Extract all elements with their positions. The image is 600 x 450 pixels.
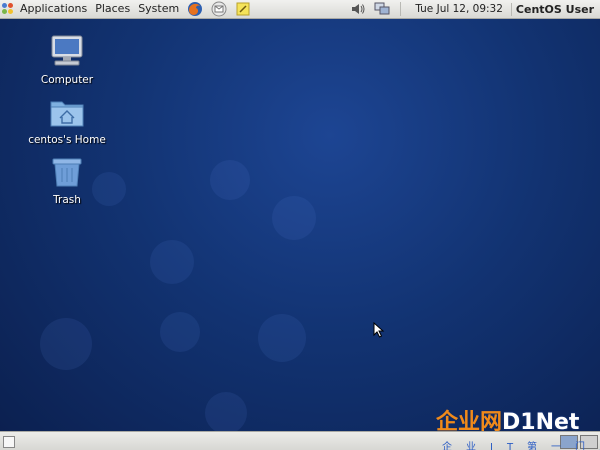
network-icon (374, 2, 390, 15)
home-folder-icon (50, 101, 84, 127)
firefox-launcher[interactable] (186, 1, 204, 17)
watermark-cn: 企业网 (436, 410, 503, 435)
background-bokeh (210, 160, 250, 200)
network-status[interactable] (373, 1, 391, 17)
firefox-icon (188, 2, 203, 16)
background-bokeh (258, 314, 306, 362)
background-bokeh (272, 196, 316, 240)
places-menu[interactable]: Places (91, 0, 134, 18)
background-bokeh (205, 392, 247, 434)
gnome-foot-icon (2, 3, 14, 15)
desktop-icon-label: Trash (53, 194, 81, 206)
user-menu[interactable]: CentOS User (510, 2, 600, 16)
system-menu[interactable]: System (134, 0, 183, 18)
mail-icon (211, 1, 227, 17)
applications-menu[interactable]: Applications (0, 0, 91, 18)
trash-icon (52, 158, 82, 187)
mouse-cursor-icon (373, 322, 385, 338)
show-desktop-button[interactable] (3, 436, 15, 448)
notes-icon (236, 2, 250, 16)
panel-clock[interactable]: Tue Jul 12, 09:32 (407, 3, 511, 15)
desktop-icon-home[interactable]: centos's Home (22, 96, 112, 146)
watermark-main: 企业网D1Net (436, 404, 579, 436)
desktop-icon-label: Computer (40, 74, 94, 86)
volume-control[interactable] (349, 1, 367, 17)
panel-separator (400, 2, 402, 16)
computer-icon (51, 35, 83, 66)
top-panel: Applications Places System Tue Jul 12, 0… (0, 0, 600, 19)
background-bokeh (160, 312, 200, 352)
background-bokeh (40, 318, 92, 370)
notes-launcher[interactable] (234, 1, 252, 17)
background-bokeh (150, 240, 194, 284)
applications-menu-label: Applications (20, 2, 88, 15)
watermark-sub: 企业IT第一门户 (442, 442, 600, 450)
mail-launcher[interactable] (210, 1, 228, 17)
desktop-icon-label: centos's Home (28, 134, 106, 146)
desktop-icon-trash[interactable]: Trash (22, 156, 112, 206)
desktop-screen: Applications Places System Tue Jul 12, 0… (0, 0, 600, 450)
watermark-en: D1Net (502, 410, 580, 435)
volume-icon (352, 4, 365, 14)
desktop-icon-computer[interactable]: Computer (22, 34, 112, 86)
watermark-logo: 企业网D1Net 企业IT第一门户 (436, 404, 600, 450)
